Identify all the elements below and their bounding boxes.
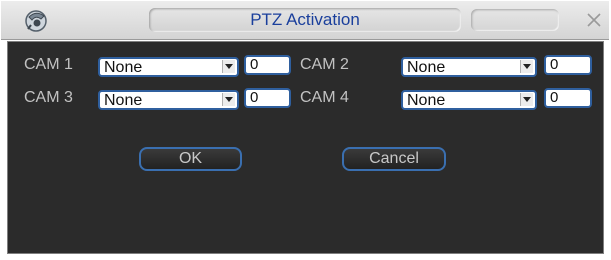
cam-2-label: CAM 2 bbox=[300, 56, 349, 73]
cam-2-protocol-select[interactable]: None bbox=[401, 57, 537, 77]
ptz-activation-dialog: PTZ Activation CAM 1 None 0 CAM 2 None 0 bbox=[1, 1, 609, 258]
cam-2-protocol-value: None bbox=[407, 59, 446, 76]
chevron-down-icon[interactable] bbox=[222, 60, 235, 73]
cam-4-number-field[interactable]: 0 bbox=[544, 88, 592, 108]
cancel-button[interactable]: Cancel bbox=[342, 147, 446, 171]
chevron-down-icon[interactable] bbox=[222, 93, 235, 106]
cam-3-number-field[interactable]: 0 bbox=[244, 88, 291, 108]
cam-3-protocol-select[interactable]: None bbox=[98, 90, 239, 110]
close-icon[interactable] bbox=[585, 11, 603, 29]
cam-1-protocol-select[interactable]: None bbox=[98, 57, 239, 77]
cam-4-protocol-value: None bbox=[407, 92, 446, 109]
cam-1-number-field[interactable]: 0 bbox=[244, 55, 291, 75]
window-title: PTZ Activation bbox=[250, 10, 360, 29]
cam-4-label: CAM 4 bbox=[300, 89, 349, 106]
title-decoration-slot bbox=[471, 9, 559, 31]
settings-panel: CAM 1 None 0 CAM 2 None 0 CAM 3 None 0 C… bbox=[7, 41, 604, 254]
cam-3-protocol-value: None bbox=[104, 92, 143, 109]
cam-4-protocol-select[interactable]: None bbox=[401, 90, 537, 110]
cam-3-label: CAM 3 bbox=[24, 89, 73, 106]
ok-button[interactable]: OK bbox=[139, 147, 242, 171]
title-bar: PTZ Activation bbox=[1, 1, 609, 40]
cam-1-protocol-value: None bbox=[104, 59, 143, 76]
chevron-down-icon[interactable] bbox=[520, 60, 533, 73]
chevron-down-icon[interactable] bbox=[520, 93, 533, 106]
cam-2-number-field[interactable]: 0 bbox=[544, 55, 592, 75]
camera-logo-icon bbox=[23, 7, 49, 33]
cam-1-label: CAM 1 bbox=[24, 56, 73, 73]
